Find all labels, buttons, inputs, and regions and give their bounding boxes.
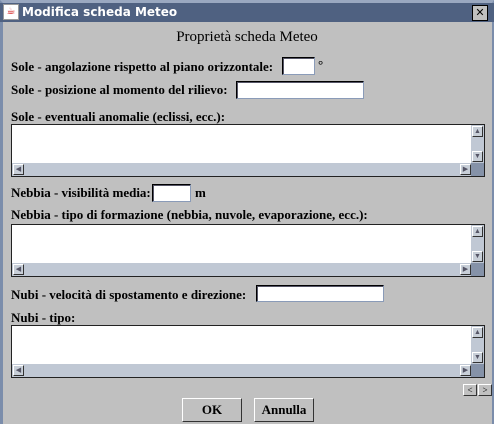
scroll-corner (471, 163, 484, 176)
scroll-right-icon[interactable]: ▶ (460, 365, 471, 376)
degree-unit: ° (318, 57, 324, 72)
sole-angolazione-label: Sole - angolazione rispetto al piano ori… (11, 59, 274, 74)
horizontal-scrollbar[interactable]: ◀ ▶ (12, 364, 472, 377)
scroll-left-icon[interactable]: ◀ (13, 365, 24, 376)
vertical-scrollbar[interactable]: ▲ ▼ (471, 326, 484, 364)
scroll-up-icon[interactable]: ▲ (472, 226, 483, 237)
previous-button[interactable]: < (463, 384, 477, 396)
cancel-button[interactable]: Annulla (254, 398, 314, 422)
nubi-velocita-label: Nubi - velocità di spostamento e direzio… (11, 287, 247, 302)
sole-angolazione-input[interactable] (282, 57, 315, 75)
nebbia-tipo-label: Nebbia - tipo di formazione (nebbia, nuv… (11, 207, 368, 222)
nebbia-visibilita-input[interactable] (152, 184, 191, 202)
scroll-down-icon[interactable]: ▼ (472, 251, 483, 262)
ok-button[interactable]: OK (182, 398, 242, 422)
nebbia-tipo-textarea[interactable]: ▲ ▼ ◀ ▶ (11, 224, 485, 277)
sole-posizione-input[interactable] (236, 81, 364, 99)
nubi-tipo-label: Nubi - tipo: (11, 310, 76, 325)
scroll-up-icon[interactable]: ▲ (472, 327, 483, 338)
scroll-up-icon[interactable]: ▲ (472, 126, 483, 137)
scroll-down-icon[interactable]: ▼ (472, 151, 483, 162)
close-icon[interactable]: ✕ (472, 5, 488, 21)
scroll-left-icon[interactable]: ◀ (13, 264, 24, 275)
scroll-left-icon[interactable]: ◀ (13, 164, 24, 175)
next-button[interactable]: > (478, 384, 492, 396)
scroll-right-icon[interactable]: ▶ (460, 164, 471, 175)
title-bar[interactable]: ☕ Modifica scheda Meteo ✕ (0, 3, 494, 22)
scroll-down-icon[interactable]: ▼ (472, 352, 483, 363)
meter-unit: m (195, 185, 206, 200)
horizontal-scrollbar[interactable]: ◀ ▶ (12, 163, 472, 176)
scroll-corner (471, 364, 484, 377)
vertical-scrollbar[interactable]: ▲ ▼ (471, 125, 484, 163)
sole-anomalie-textarea[interactable]: ▲ ▼ ◀ ▶ (11, 124, 485, 177)
nubi-tipo-textarea[interactable]: ▲ ▼ ◀ ▶ (11, 325, 485, 378)
sole-anomalie-label: Sole - eventuali anomalie (eclissi, ecc.… (11, 109, 226, 124)
nubi-velocita-input[interactable] (256, 285, 384, 302)
sole-posizione-label: Sole - posizione al momento del rilievo: (11, 82, 228, 97)
nebbia-visibilita-label: Nebbia - visibilità media: (11, 185, 151, 200)
scroll-right-icon[interactable]: ▶ (460, 264, 471, 275)
page-title: Proprietà scheda Meteo (176, 29, 318, 45)
horizontal-scrollbar[interactable]: ◀ ▶ (12, 263, 472, 276)
scroll-corner (471, 263, 484, 276)
window-title: Modifica scheda Meteo (22, 5, 178, 19)
vertical-scrollbar[interactable]: ▲ ▼ (471, 225, 484, 263)
java-cup-icon: ☕ (3, 4, 19, 20)
